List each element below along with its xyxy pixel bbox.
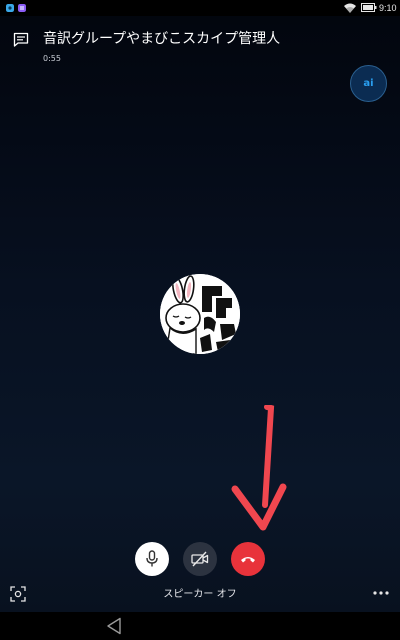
call-duration: 0:55 [43,54,61,63]
hang-up-icon [241,557,255,563]
self-avatar-initials: ai [363,78,374,89]
self-video-avatar[interactable]: ai [350,65,387,102]
wifi-icon [344,3,356,13]
video-toggle-button[interactable] [183,542,217,576]
app-notification-icon [18,4,26,12]
end-call-button[interactable] [231,542,265,576]
more-icon[interactable] [372,588,390,598]
status-time: 9:10 [379,3,397,13]
back-icon[interactable] [106,617,122,635]
status-bar: 9:10 [0,0,400,16]
navigation-bar [0,612,400,640]
chat-icon[interactable] [13,32,29,48]
caller-avatar [160,274,240,354]
call-title: 音訳グループやまびこスカイプ管理人 [43,31,281,47]
annotation-arrow [231,405,287,531]
mute-button[interactable] [135,542,169,576]
microphone-icon [146,550,158,567]
speaker-toggle[interactable]: スピーカー オフ [0,588,400,602]
rabbit-avatar-image [160,274,240,354]
app-notification-icon [6,4,14,12]
battery-icon [361,3,377,12]
video-off-icon [191,551,209,567]
call-screen: 9:10 音訳グループやまびこスカイプ管理人 0:55 ai スピーカー オフ [0,0,400,640]
